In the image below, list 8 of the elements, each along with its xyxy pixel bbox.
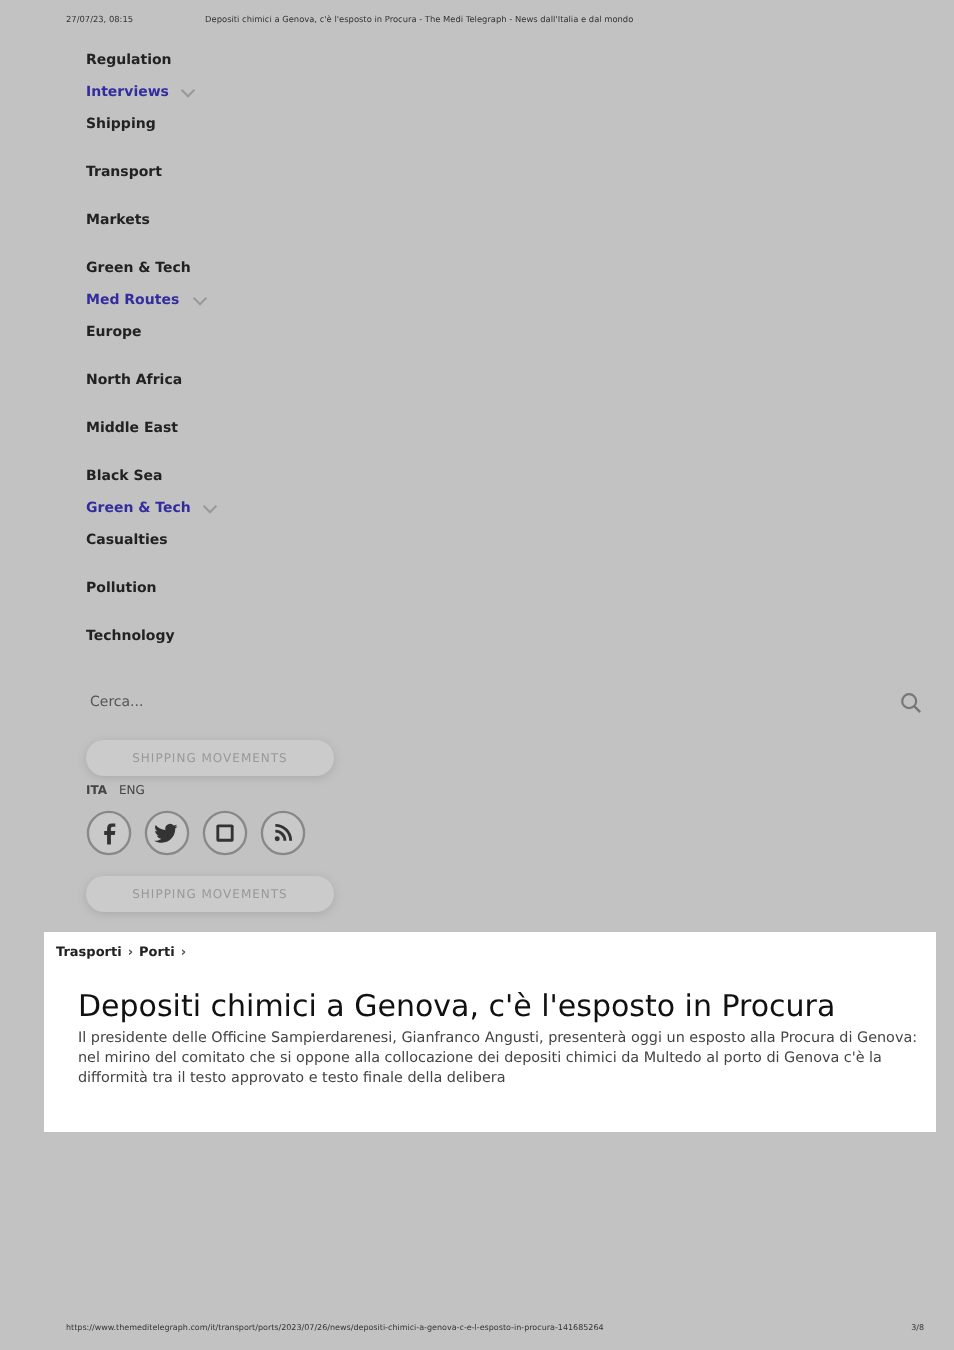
chevron-down-icon [180,87,197,97]
chevron-down-icon [191,295,208,305]
rss-icon[interactable] [260,810,306,856]
bird-icon[interactable] [144,810,190,856]
facebook-icon[interactable] [86,810,132,856]
chevron-down-icon [202,503,219,513]
search-icon[interactable] [900,691,922,713]
article-title: Depositi chimici a Genova, c'è l'esposto in Procura [78,988,838,1024]
